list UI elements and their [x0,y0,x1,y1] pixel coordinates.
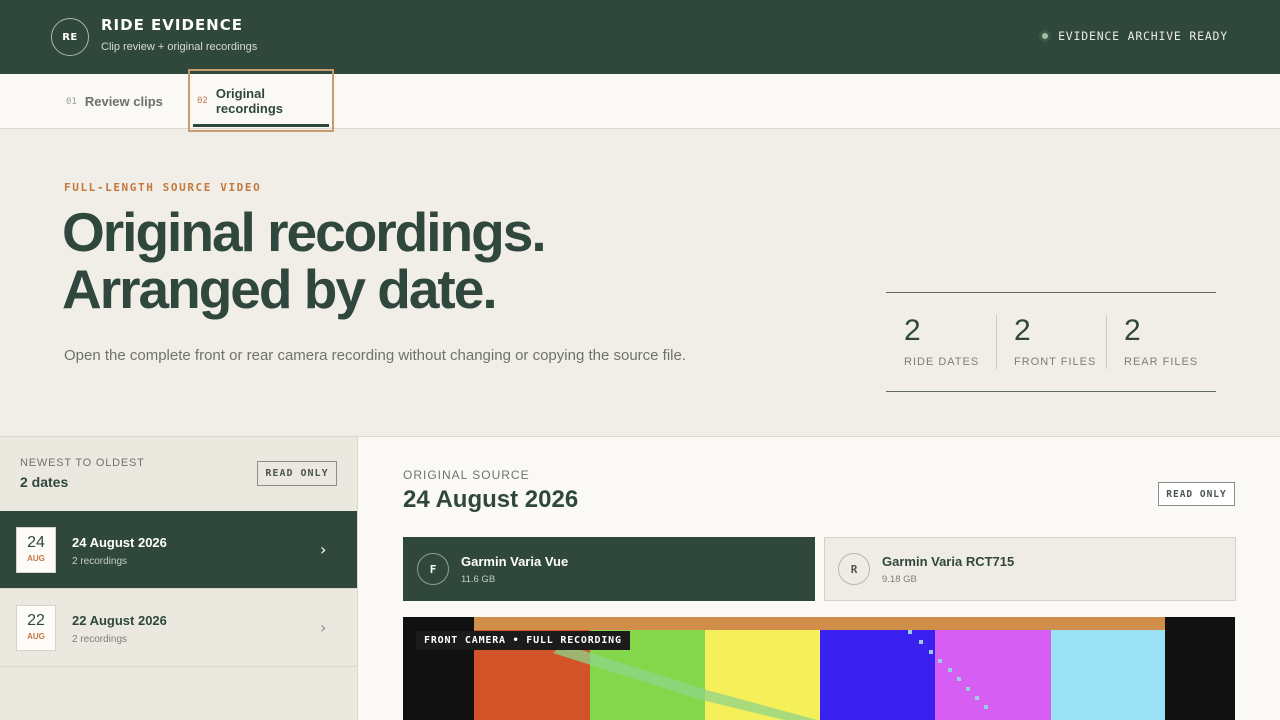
stat-value: 2 [904,314,921,347]
calendar-icon: 24 AUG [16,527,56,573]
app-subtitle: Clip review + original recordings [101,41,258,53]
calendar-day: 22 [27,612,45,629]
date-count: 2 dates [20,474,69,490]
date-recordings-count: 2 recordings [72,634,128,645]
camera-file-size: 11.6 GB [461,574,496,585]
stat-rear-files: 2 REAR FILES [1106,293,1216,391]
stat-front-files: 2 FRONT FILES [996,293,1106,391]
page-title-line-2: Arranged by date. [62,258,498,320]
stat-ride-dates: 2 RIDE DATES [886,293,996,391]
page-title: Original recordings. Arranged by date. [62,201,547,320]
selected-date-title: 24 August 2026 [403,486,579,513]
archive-status: EVIDENCE ARCHIVE READY [1039,29,1228,43]
date-item-22-aug[interactable]: 22 AUG 22 August 2026 2 recordings › [0,589,357,667]
date-recordings-count: 2 recordings [72,556,128,567]
logo-badge: RE [51,18,89,56]
video-player[interactable]: FRONT CAMERA • FULL RECORDING [403,617,1235,720]
camera-initial-icon: F [417,553,449,585]
tab-review-clips[interactable]: 01 Review clips [66,74,163,129]
stat-label: RIDE DATES [904,356,980,368]
date-title: 22 August 2026 [72,613,167,628]
camera-name: Garmin Varia Vue [461,554,569,569]
chevron-right-icon: › [320,618,327,637]
page-title-line-1: Original recordings. [62,201,547,263]
tab-number: 01 [66,96,77,107]
test-bar-6 [1051,630,1165,720]
status-dot-icon [1039,30,1052,42]
stat-value: 2 [1124,314,1141,347]
date-title: 24 August 2026 [72,535,167,550]
player-overlay-label: FRONT CAMERA • FULL RECORDING [416,631,630,650]
test-bar-5 [935,630,1051,720]
calendar-month: AUG [27,554,45,563]
tab-number: 02 [197,95,208,106]
camera-name: Garmin Varia RCT715 [882,554,1015,569]
calendar-month: AUG [27,632,45,641]
rear-camera-button[interactable]: R Garmin Varia RCT715 9.18 GB [824,537,1236,601]
test-bar-4 [820,630,935,720]
camera-file-size: 9.18 GB [882,574,917,585]
chevron-right-icon: › [320,540,327,559]
tab-original-recordings[interactable]: 02 Original recordings [188,69,334,132]
app-title: RIDE EVIDENCE [101,16,243,34]
stat-label: FRONT FILES [1014,356,1097,368]
hero-eyebrow: FULL-LENGTH SOURCE VIDEO [64,181,262,194]
tab-label: Review clips [84,94,163,109]
section-eyebrow: ORIGINAL SOURCE [403,468,530,482]
recording-detail-panel: ORIGINAL SOURCE 24 August 2026 READ ONLY… [358,436,1280,720]
date-sidebar: NEWEST TO OLDEST 2 dates READ ONLY 24 AU… [0,436,358,720]
tab-bar: 01 Review clips 02 Original recordings [0,69,1280,132]
app-header: RE RIDE EVIDENCE Clip review + original … [0,0,1280,74]
date-item-24-aug[interactable]: 24 AUG 24 August 2026 2 recordings › [0,511,357,589]
archive-status-text: EVIDENCE ARCHIVE READY [1058,29,1228,43]
test-pattern-top-bar [474,617,1165,630]
tab-label: Original recordings [215,85,284,116]
hero-description: Open the complete front or rear camera r… [64,347,687,364]
camera-initial-icon: R [838,553,870,585]
front-camera-button[interactable]: F Garmin Varia Vue 11.6 GB [403,537,815,601]
stat-value: 2 [1014,314,1031,347]
stat-label: REAR FILES [1124,356,1199,368]
read-only-badge: READ ONLY [1158,482,1235,506]
calendar-day: 24 [27,534,45,551]
read-only-badge: READ ONLY [257,461,337,486]
sort-label: NEWEST TO OLDEST [20,457,145,469]
stats-panel: 2 RIDE DATES 2 FRONT FILES 2 REAR FILES [886,292,1216,392]
calendar-icon: 22 AUG [16,605,56,651]
